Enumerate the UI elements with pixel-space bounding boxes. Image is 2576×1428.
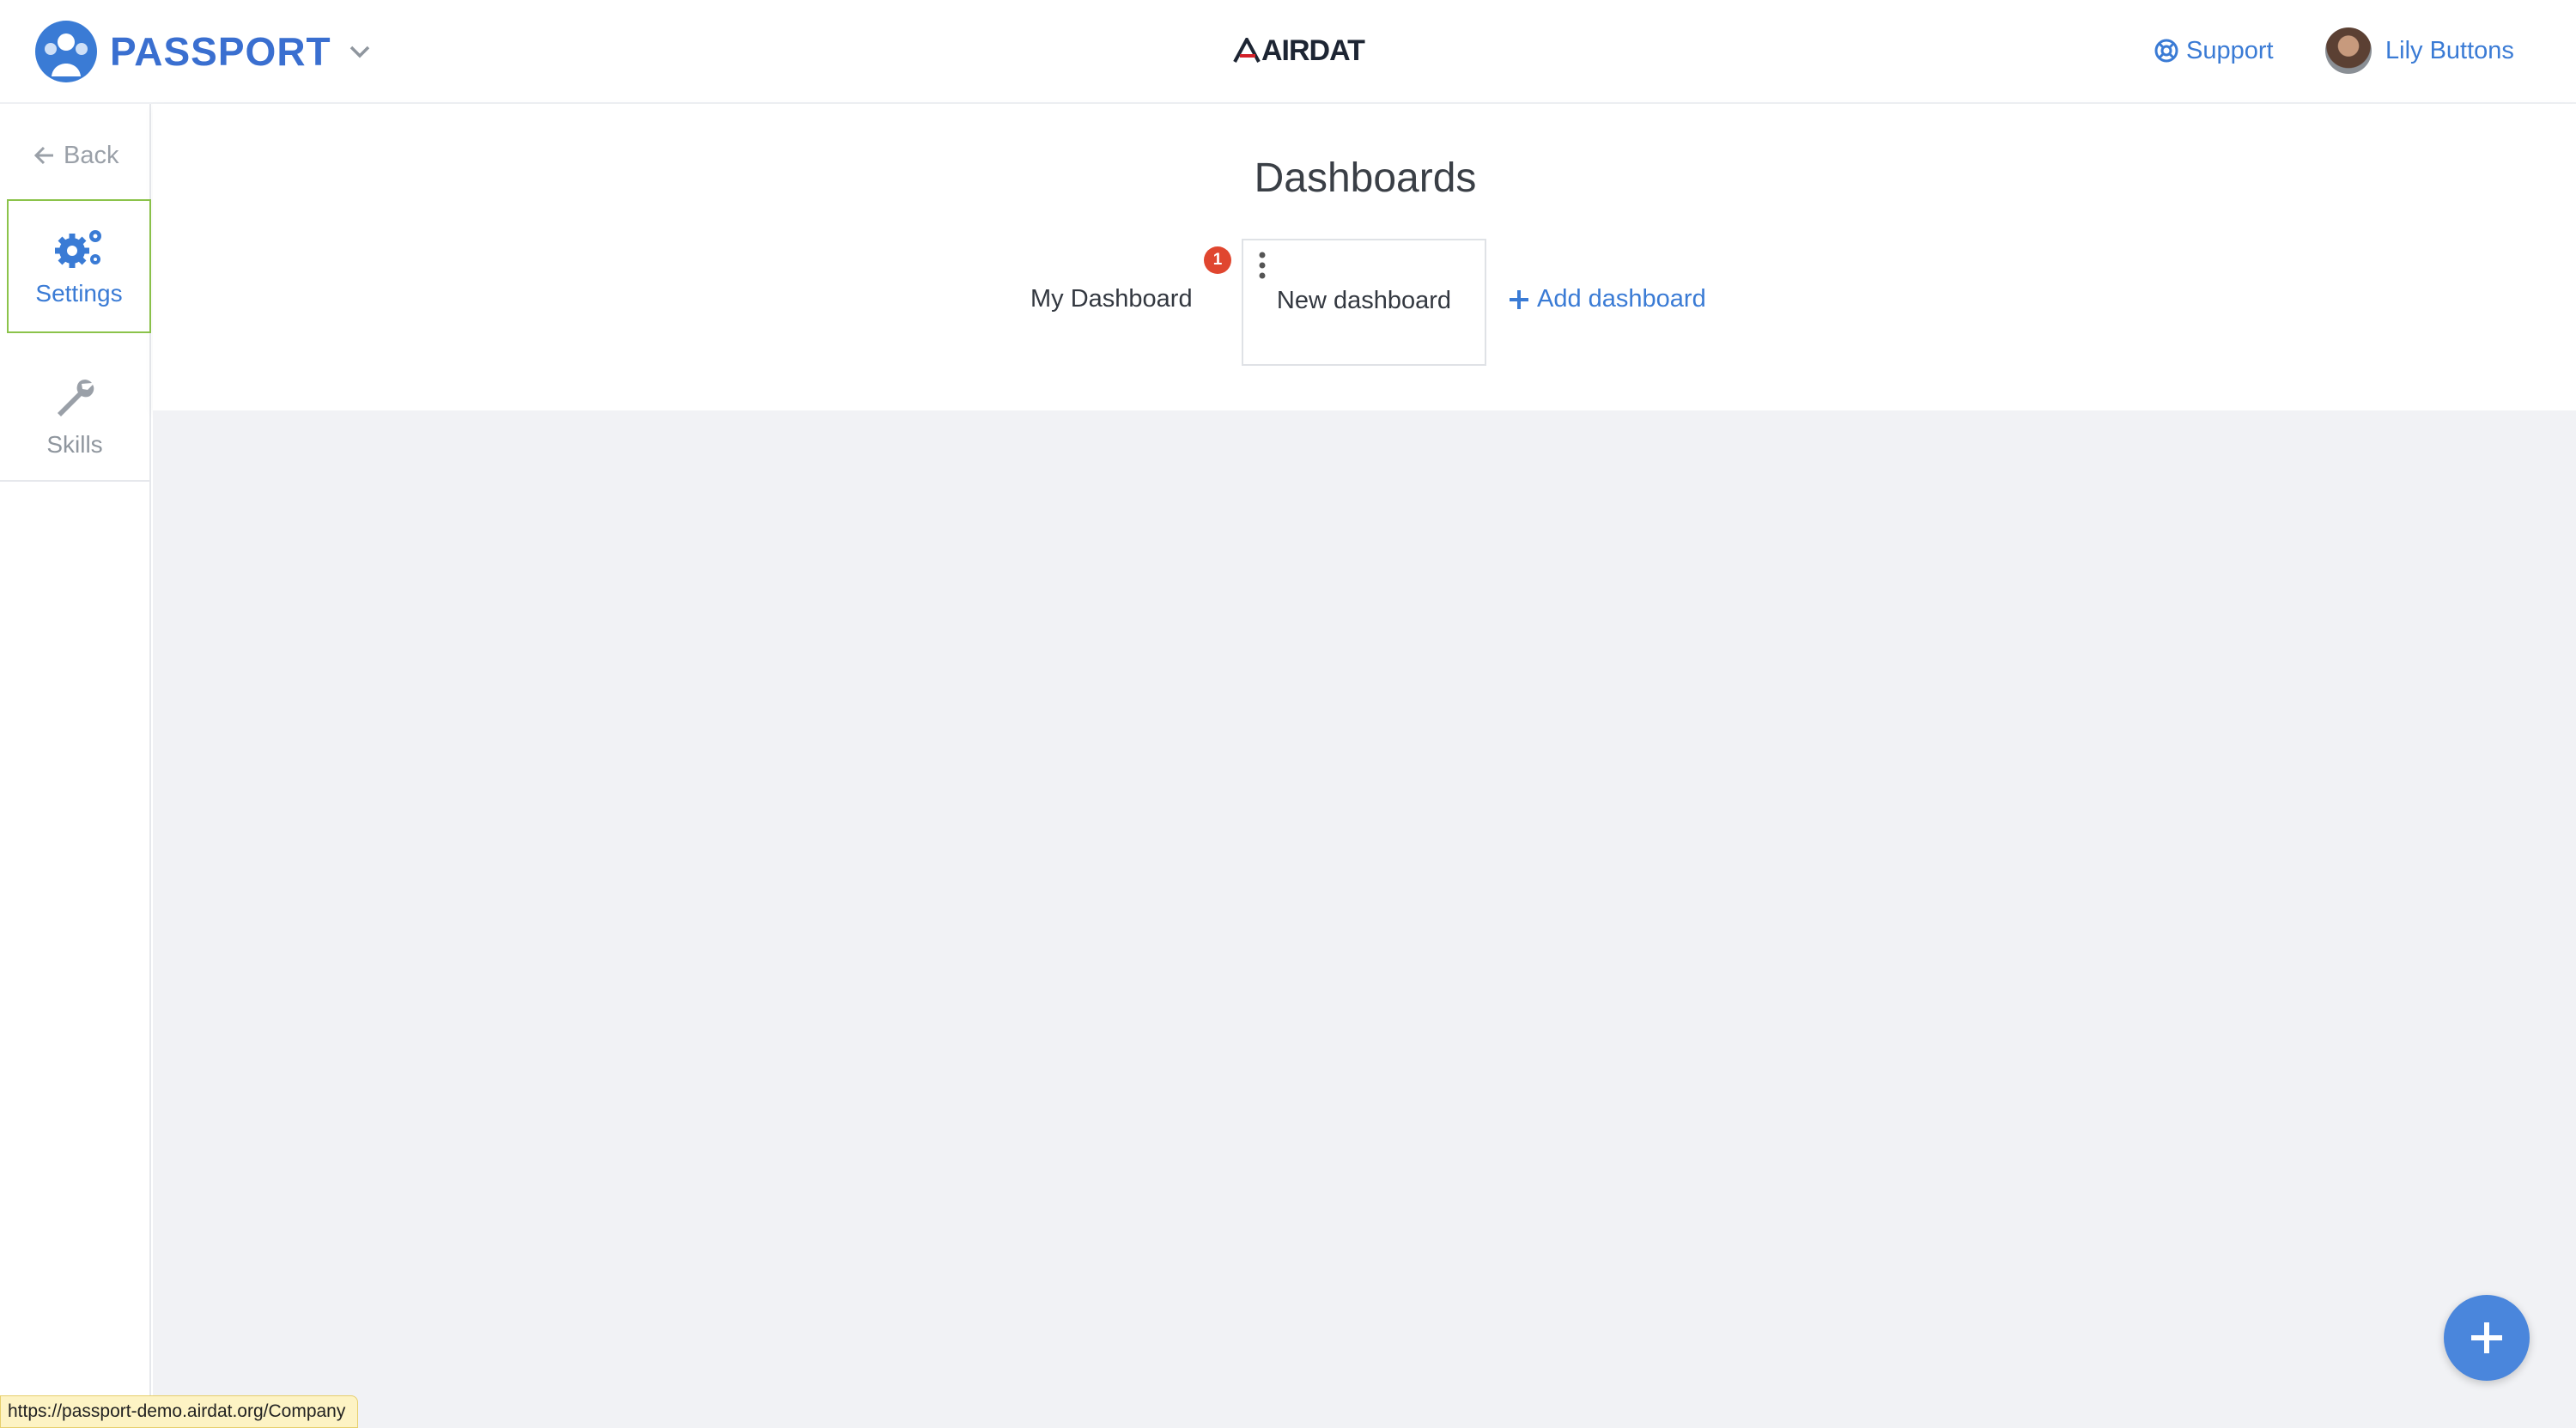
center-logo-text: AIRDAT	[1261, 33, 1365, 67]
sidebar: Back Settings Skills	[0, 104, 151, 1428]
plus-icon	[2471, 1322, 2502, 1353]
gears-icon	[55, 230, 101, 268]
support-link[interactable]: Support	[2154, 31, 2274, 70]
tab-my-dashboard[interactable]: My Dashboard	[1030, 285, 1193, 313]
add-dashboard-button[interactable]: Add dashboard	[1508, 285, 1706, 313]
airdat-logo: AIRDAT	[1233, 31, 1365, 70]
user-name: Lily Buttons	[2385, 36, 2514, 64]
sidebar-item-label: Skills	[46, 431, 103, 458]
wrench-icon	[58, 380, 94, 416]
more-vertical-icon[interactable]	[1257, 251, 1267, 280]
app-switcher[interactable]: PASSPORT	[34, 17, 373, 86]
chevron-down-icon[interactable]	[347, 39, 373, 64]
sidebar-item-label: Settings	[35, 280, 123, 307]
back-link[interactable]: Back	[33, 138, 118, 173]
tab-new-dashboard[interactable]: New dashboard	[1242, 239, 1486, 366]
arrow-left-icon	[33, 146, 53, 165]
app-name: PASSPORT	[110, 29, 331, 74]
user-menu[interactable]: Lily Buttons	[2325, 26, 2514, 76]
tab-label: New dashboard	[1276, 287, 1452, 314]
support-label: Support	[2186, 36, 2274, 64]
back-label: Back	[64, 141, 119, 169]
sidebar-item-settings[interactable]: Settings	[7, 199, 151, 333]
airdat-mark-icon	[1233, 38, 1261, 63]
notification-badge: 1	[1204, 246, 1231, 274]
plus-icon	[1510, 289, 1528, 309]
avatar	[2325, 27, 2372, 74]
passport-logo-icon	[35, 21, 97, 82]
lifebuoy-icon	[2154, 39, 2178, 63]
status-bar-url: https://passport-demo.airdat.org/Company	[0, 1395, 359, 1428]
sidebar-item-skills[interactable]: Skills	[0, 353, 149, 482]
floating-add-button[interactable]	[2444, 1295, 2530, 1381]
dashboard-canvas	[153, 410, 2576, 1428]
top-bar: PASSPORT AIRDAT Support Lily Buttons	[0, 0, 2576, 104]
page-title: Dashboards	[1254, 155, 1477, 201]
add-dashboard-label: Add dashboard	[1537, 285, 1706, 313]
